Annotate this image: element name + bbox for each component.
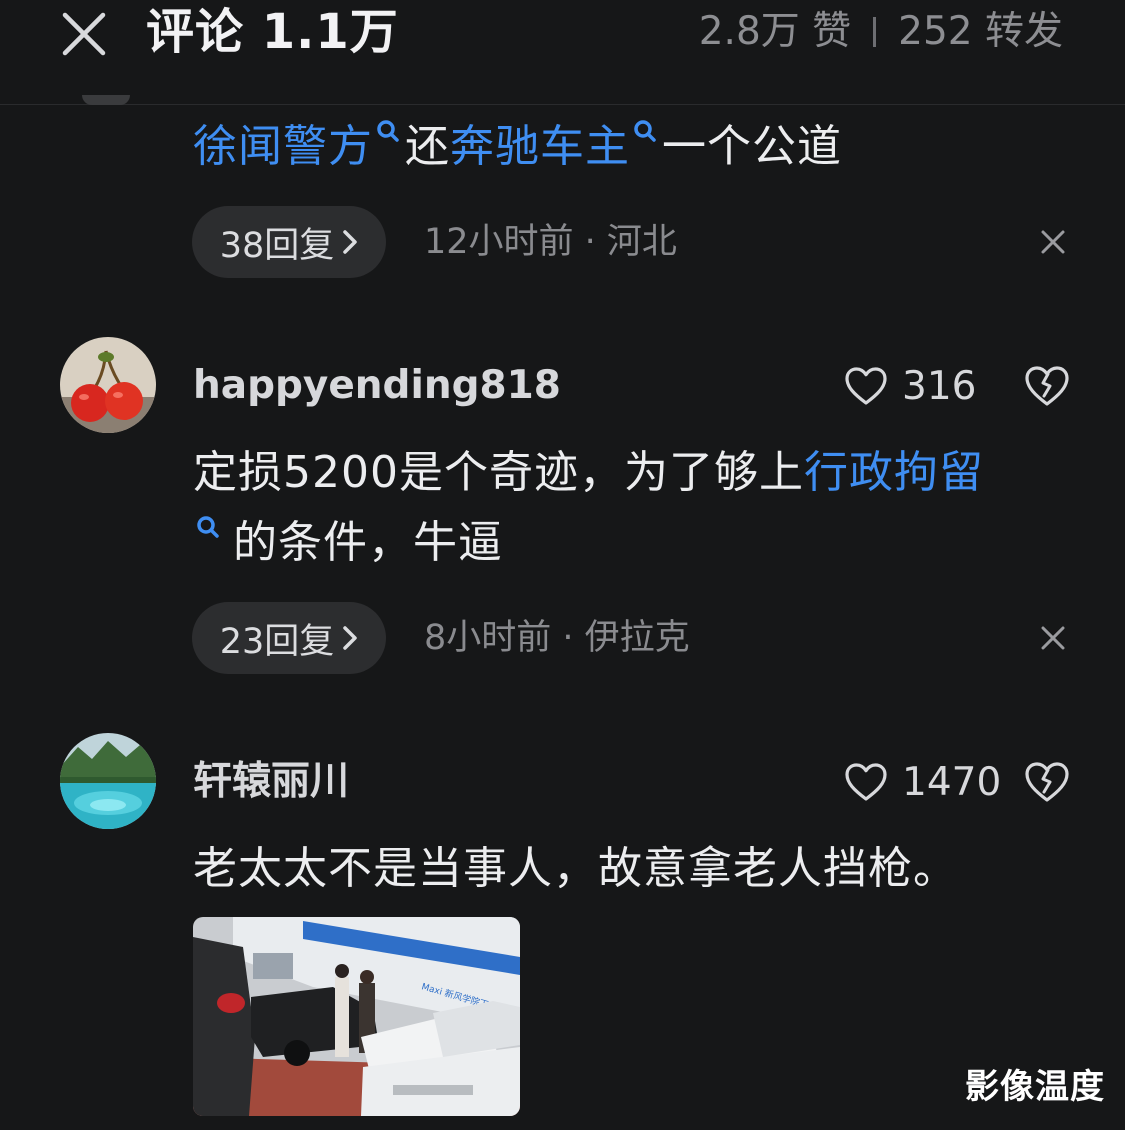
comment-photo[interactable]: Maxi 新风学院下 → — [193, 917, 520, 1116]
comment-text-segment: 定损5200是个奇迹，为了够上 — [193, 447, 804, 498]
avatar[interactable] — [60, 337, 156, 433]
avatar[interactable] — [60, 733, 156, 829]
comment-text-segment: 一个公道 — [662, 121, 842, 172]
broken-heart-icon — [1025, 762, 1069, 802]
topic-link[interactable]: 奔驰车主 — [450, 121, 630, 172]
search-icon — [197, 516, 219, 538]
like-button[interactable]: 1470 — [844, 754, 1001, 810]
topic-link[interactable]: 行政拘留 — [804, 447, 984, 498]
chevron-right-icon — [343, 230, 358, 254]
view-replies-button[interactable]: 38回复 — [192, 206, 386, 278]
shares-count: 252 转发 — [898, 9, 1063, 54]
reply-count-label: 23回复 — [219, 621, 335, 662]
avatar — [82, 95, 130, 105]
dislike-button[interactable] — [1020, 358, 1074, 414]
comment-meta: 12小时前 · 河北 — [424, 222, 677, 262]
dismiss-comment-button[interactable] — [1034, 223, 1072, 261]
parking-lot-photo: Maxi 新风学院下 → — [193, 917, 520, 1116]
comments-count-title: 评论 1.1万 — [146, 4, 399, 60]
chevron-right-icon — [343, 626, 358, 650]
like-count: 316 — [902, 363, 977, 409]
topic-link[interactable]: 徐闻警方 — [193, 121, 373, 172]
close-icon — [62, 12, 106, 56]
close-icon — [1041, 230, 1065, 254]
comment-text: 定损5200是个奇迹，为了够上行政拘留的条件，牛逼 — [193, 438, 1073, 578]
reply-count-label: 38回复 — [219, 225, 335, 266]
comment-text: 徐闻警方 还奔驰车主 一个公道 — [193, 112, 1073, 182]
comment-text-segment: 还 — [405, 121, 450, 172]
search-icon — [377, 120, 399, 142]
cherry-avatar-image — [60, 337, 156, 433]
comments-header: 评论 1.1万 2.8万 赞 252 转发 — [0, 0, 1125, 105]
watermark-text: 影像温度 — [965, 1067, 1105, 1107]
comment-username[interactable]: happyending818 — [193, 358, 561, 414]
like-button[interactable]: 316 — [844, 358, 976, 414]
close-icon — [1041, 626, 1065, 650]
close-button[interactable] — [58, 8, 110, 60]
post-stats: 2.8万 赞 252 转发 — [699, 0, 1063, 64]
heart-icon — [845, 367, 887, 405]
stats-divider — [873, 17, 877, 47]
likes-count: 2.8万 赞 — [698, 9, 852, 54]
comment-meta: 8小时前 · 伊拉克 — [424, 618, 690, 658]
dismiss-comment-button[interactable] — [1034, 619, 1072, 657]
view-replies-button[interactable]: 23回复 — [192, 602, 386, 674]
comment-text: 老太太不是当事人，故意拿老人挡枪。 — [193, 843, 958, 894]
broken-heart-icon — [1025, 366, 1069, 406]
dislike-button[interactable] — [1020, 754, 1074, 810]
comment-text-segment: 的条件，牛逼 — [233, 517, 503, 568]
heart-icon — [845, 763, 887, 801]
like-count: 1470 — [902, 759, 1002, 805]
lake-avatar-image — [60, 733, 156, 829]
comment-username[interactable]: 轩辕丽川 — [193, 754, 349, 810]
search-icon — [634, 120, 656, 142]
